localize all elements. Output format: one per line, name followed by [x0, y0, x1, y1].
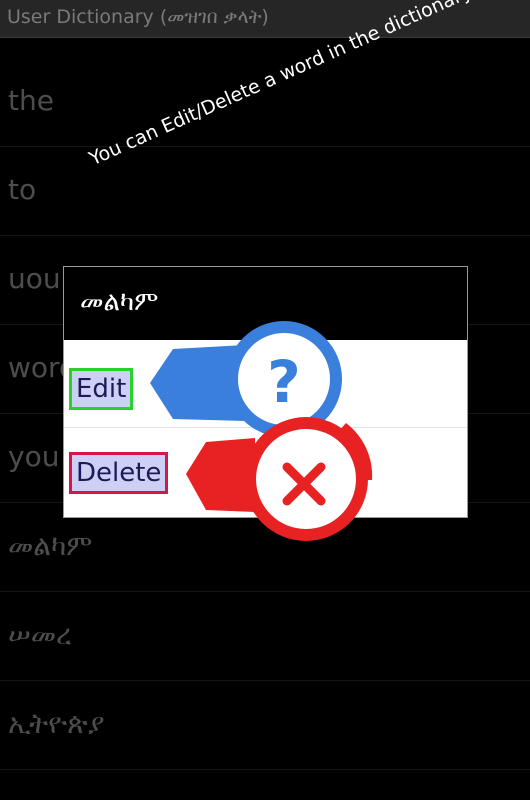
question-mark-icon: ?: [267, 348, 301, 416]
tutorial-overlay: ?: [150, 321, 373, 541]
delete-callout: [186, 417, 373, 541]
